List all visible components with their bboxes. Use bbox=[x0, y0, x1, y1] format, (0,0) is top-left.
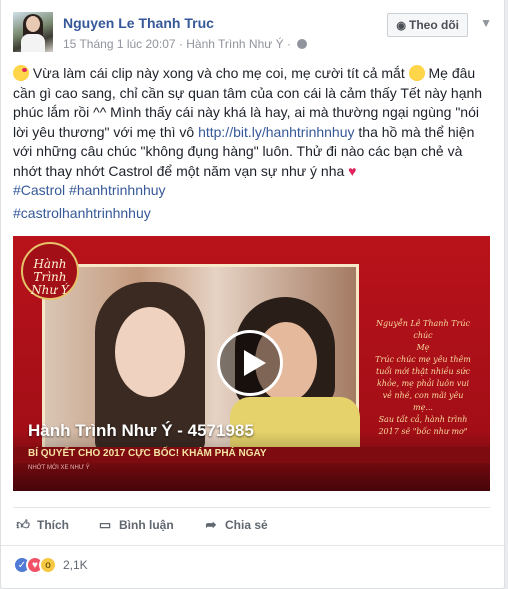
thumbs-up-icon: 👍︎ bbox=[16, 517, 30, 532]
post-link[interactable]: http://bit.ly/hanhtrinhnhuy bbox=[198, 124, 354, 140]
page-link[interactable]: Hành Trình Như Ý bbox=[186, 37, 283, 51]
like-button[interactable]: 👍︎ Thích bbox=[15, 517, 69, 533]
comment-icon: ▭ bbox=[98, 517, 112, 532]
video-subtitle: BÍ QUYẾT CHO 2017 CỰC BỐC! KHÁM PHÁ NGAY bbox=[28, 448, 267, 459]
follow-button[interactable]: ◉ Theo dõi bbox=[387, 13, 468, 37]
hashtag-hanhtrinhnhuy[interactable]: #hanhtrinhnhuy bbox=[69, 182, 166, 198]
hashtag-castrolhanhtrinhnhuy[interactable]: #castrolhanhtrinhnhuy bbox=[13, 205, 151, 221]
heart-emoji-icon: ♥ bbox=[348, 162, 357, 179]
reaction-count[interactable]: 2,1K bbox=[63, 558, 88, 572]
video-title[interactable]: Hành Trình Như Ý - 4571985 bbox=[28, 421, 254, 441]
globe-icon bbox=[297, 39, 308, 49]
follow-label: Theo dõi bbox=[409, 18, 459, 32]
post-header: Nguyen Le Thanh Truc 15 Tháng 1 lúc 20:0… bbox=[13, 12, 494, 54]
meta-separator: · bbox=[178, 37, 183, 51]
meta-separator: · bbox=[287, 37, 291, 51]
video-player[interactable]: Hành Trình Như Ý Nguyễn Lê Thanh Trúc ch… bbox=[13, 236, 490, 491]
wow-reaction-icon: o bbox=[39, 556, 57, 574]
reactions-summary[interactable]: ✓ ♥ o 2,1K bbox=[13, 555, 88, 575]
post-card: Nguyen Le Thanh Truc 15 Tháng 1 lúc 20:0… bbox=[0, 0, 506, 589]
castrol-logo: Hành Trình Như Ý bbox=[21, 242, 79, 300]
author-name[interactable]: Nguyen Le Thanh Truc bbox=[63, 15, 214, 31]
smile-emoji-icon bbox=[408, 65, 425, 81]
timestamp[interactable]: 15 Tháng 1 lúc 20:07 bbox=[63, 37, 176, 51]
hashtag-castrol[interactable]: #Castrol bbox=[13, 182, 65, 198]
share-button[interactable]: ➦ Chia sẻ bbox=[203, 517, 268, 533]
divider bbox=[1, 545, 506, 546]
post-body: Vừa làm cái clip này xong và cho mẹ coi,… bbox=[13, 65, 483, 198]
comment-button[interactable]: ▭ Bình luận bbox=[97, 517, 174, 533]
video-footer: NHỚT MỚI XE NHƯ Ý bbox=[28, 465, 90, 471]
chevron-down-icon[interactable]: ▼ bbox=[480, 16, 492, 30]
kiss-emoji-icon bbox=[13, 65, 29, 81]
play-icon[interactable] bbox=[217, 330, 283, 396]
video-greeting: Nguyễn Lê Thanh Trúc chúc Mẹ Trúc chúc m… bbox=[375, 319, 471, 436]
avatar[interactable] bbox=[13, 12, 53, 52]
divider bbox=[13, 507, 490, 508]
rss-icon: ◉ bbox=[396, 20, 406, 32]
share-icon: ➦ bbox=[205, 517, 217, 532]
post-meta: 15 Tháng 1 lúc 20:07 · Hành Trình Như Ý … bbox=[63, 37, 308, 51]
